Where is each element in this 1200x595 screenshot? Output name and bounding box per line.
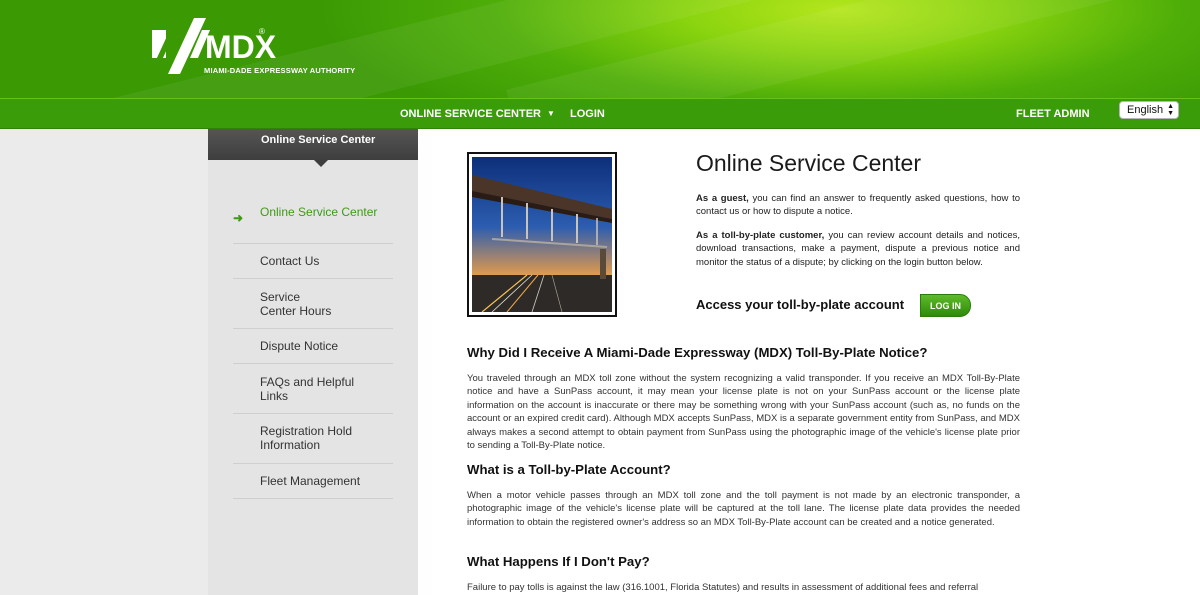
access-account-label: Access your toll-by-plate account	[696, 297, 905, 312]
sidebar-item-label: Contact Us	[260, 254, 320, 268]
arrow-right-icon: ➜	[233, 211, 244, 225]
guest-bold: As a guest,	[696, 193, 749, 204]
sidebar-item-label: Service Center Hours	[260, 290, 332, 318]
nav-online-service-center-label: ONLINE SERVICE CENTER	[400, 108, 541, 120]
top-nav: ONLINE SERVICE CENTER ▼ LOGIN FLEET ADMIN…	[0, 98, 1200, 129]
site-header: MDX ® MIAMI-DADE EXPRESSWAY AUTHORITY	[0, 0, 1200, 98]
section-heading: What is a Toll-by-Plate Account?	[467, 462, 671, 477]
page-title: Online Service Center	[696, 150, 921, 176]
sidebar-item-label: Registration Hold Information	[260, 424, 353, 452]
nav-login[interactable]: LOGIN	[570, 99, 605, 129]
logo-subtitle: MIAMI-DADE EXPRESSWAY AUTHORITY	[204, 66, 356, 75]
sidebar-tab-title: Online Service Center	[208, 129, 418, 160]
language-select[interactable]: English ▲ ▼	[1119, 101, 1179, 119]
toll-gantry-photo	[467, 152, 617, 317]
section-text: You traveled through an MDX toll zone wi…	[467, 373, 1020, 452]
select-arrows-icon: ▲ ▼	[1167, 103, 1174, 117]
sidebar-item-label: Dispute Notice	[260, 339, 339, 353]
nav-online-service-center[interactable]: ONLINE SERVICE CENTER ▼	[400, 99, 555, 129]
logo-wordmark: MDX	[205, 29, 277, 65]
sidebar-item-label: Fleet Management	[260, 474, 361, 488]
section-text: When a motor vehicle passes through an M…	[467, 490, 1020, 528]
sidebar-tab-notch	[314, 160, 328, 167]
nav-fleet-admin[interactable]: FLEET ADMIN	[1016, 99, 1090, 129]
sidebar-item-registration-hold[interactable]: Registration Hold Information	[233, 424, 393, 464]
customer-bold: As a toll-by-plate customer,	[696, 230, 825, 241]
login-button[interactable]: LOG IN	[920, 294, 971, 317]
section-heading: What Happens If I Don't Pay?	[467, 554, 650, 569]
sidebar-item-fleet-management[interactable]: Fleet Management	[233, 474, 393, 499]
sidebar-item-online-service-center[interactable]: ➜ Online Service Center	[233, 205, 393, 244]
guest-paragraph: As a guest, you can find an answer to fr…	[696, 192, 1020, 219]
sidebar-item-contact-us[interactable]: Contact Us	[233, 254, 393, 279]
sidebar-item-dispute-notice[interactable]: Dispute Notice	[233, 339, 393, 364]
sidebar-item-faqs[interactable]: FAQs and Helpful Links	[233, 375, 393, 414]
sidebar-item-service-center-hours[interactable]: Service Center Hours	[233, 290, 393, 329]
section-heading: Why Did I Receive A Miami-Dade Expresswa…	[467, 345, 928, 360]
sidebar-item-label: FAQs and Helpful Links	[260, 375, 355, 403]
caret-down-icon: ▼	[547, 109, 555, 118]
section-text: Failure to pay tolls is against the law …	[467, 582, 979, 593]
language-select-value: English	[1127, 104, 1164, 116]
registered-mark: ®	[259, 27, 265, 36]
sidebar-item-label: Online Service Center	[260, 205, 378, 219]
customer-paragraph: As a toll-by-plate customer, you can rev…	[696, 229, 1020, 269]
